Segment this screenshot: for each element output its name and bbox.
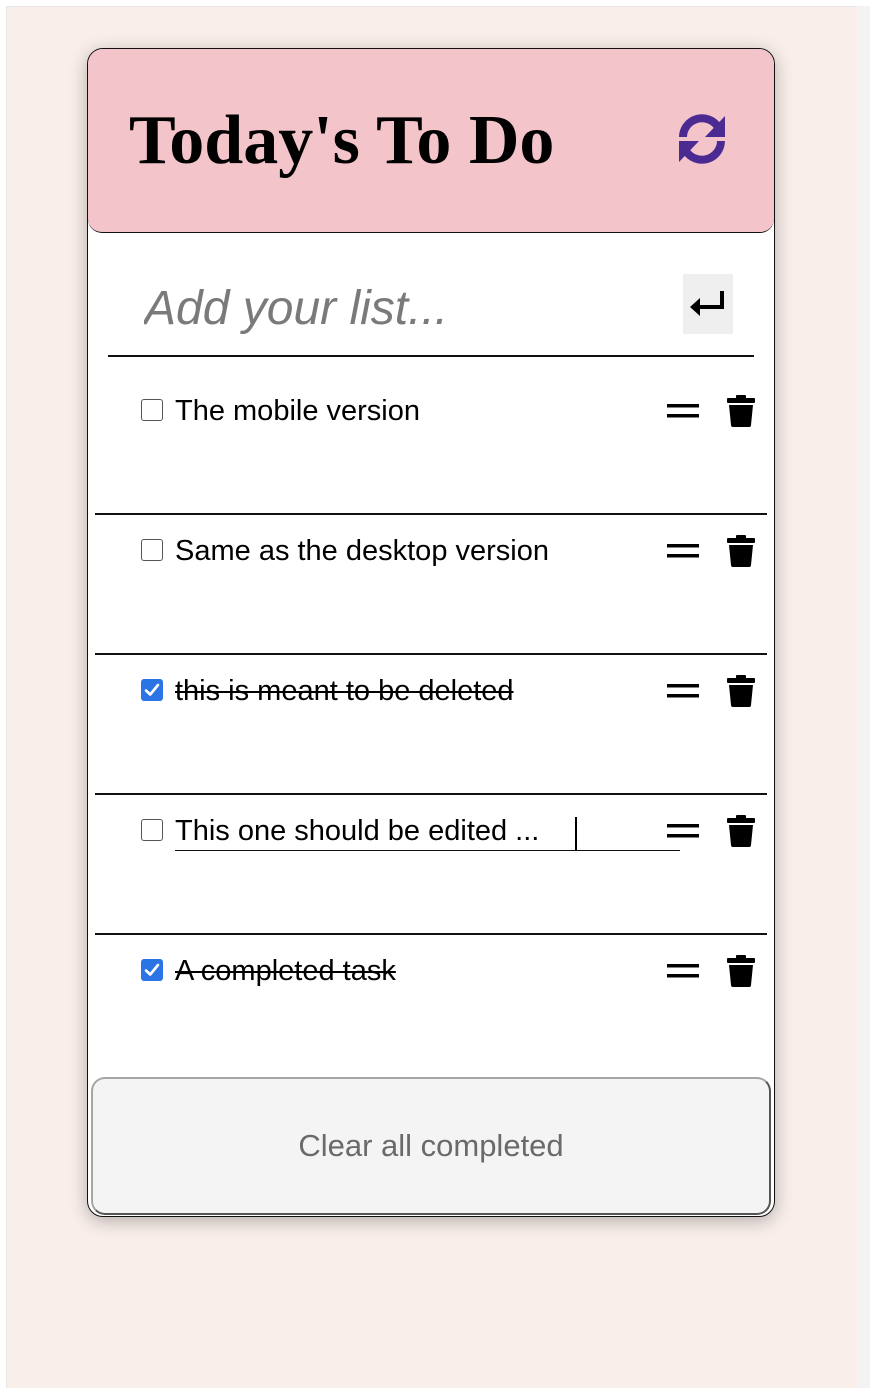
todo-card: Today's To Do The mobile version — [87, 48, 775, 1217]
todo-checkbox[interactable] — [141, 819, 163, 841]
todo-checkbox[interactable] — [141, 679, 163, 701]
checkmark-icon — [144, 683, 160, 696]
trash-icon[interactable] — [727, 395, 755, 427]
todo-list: The mobile version Same as the desktop v… — [95, 375, 767, 1075]
clear-completed-button[interactable]: Clear all completed — [91, 1077, 771, 1215]
trash-icon[interactable] — [727, 675, 755, 707]
enter-return-icon — [690, 291, 724, 316]
add-task-input[interactable] — [144, 277, 664, 339]
todo-checkbox[interactable] — [141, 539, 163, 561]
text-caret — [575, 817, 577, 851]
submit-task-button[interactable] — [683, 274, 733, 334]
refresh-icon[interactable] — [674, 111, 730, 167]
trash-icon[interactable] — [727, 535, 755, 567]
todo-text[interactable]: Same as the desktop version — [175, 533, 549, 569]
trash-icon[interactable] — [727, 955, 755, 987]
todo-checkbox[interactable] — [141, 959, 163, 981]
todo-item: Same as the desktop version — [95, 515, 767, 655]
page-title: Today's To Do — [129, 102, 555, 179]
todo-text[interactable]: The mobile version — [175, 393, 420, 429]
drag-handle-icon[interactable] — [667, 404, 699, 418]
drag-handle-icon[interactable] — [667, 684, 699, 698]
trash-icon[interactable] — [727, 815, 755, 847]
todo-checkbox[interactable] — [141, 399, 163, 421]
todo-item: The mobile version — [95, 375, 767, 515]
todo-item — [95, 795, 767, 935]
add-task-row — [108, 269, 754, 357]
todo-text[interactable]: this is meant to be deleted — [175, 673, 514, 709]
drag-handle-icon[interactable] — [667, 964, 699, 978]
todo-text[interactable]: A completed task — [175, 953, 396, 989]
scrollbar-track — [857, 6, 870, 1388]
header: Today's To Do — [88, 49, 774, 233]
todo-edit-input[interactable] — [175, 813, 680, 851]
todo-item: A completed task — [95, 935, 767, 1075]
checkmark-icon — [144, 963, 160, 976]
drag-handle-icon[interactable] — [667, 544, 699, 558]
todo-item: this is meant to be deleted — [95, 655, 767, 795]
drag-handle-icon[interactable] — [667, 824, 699, 838]
